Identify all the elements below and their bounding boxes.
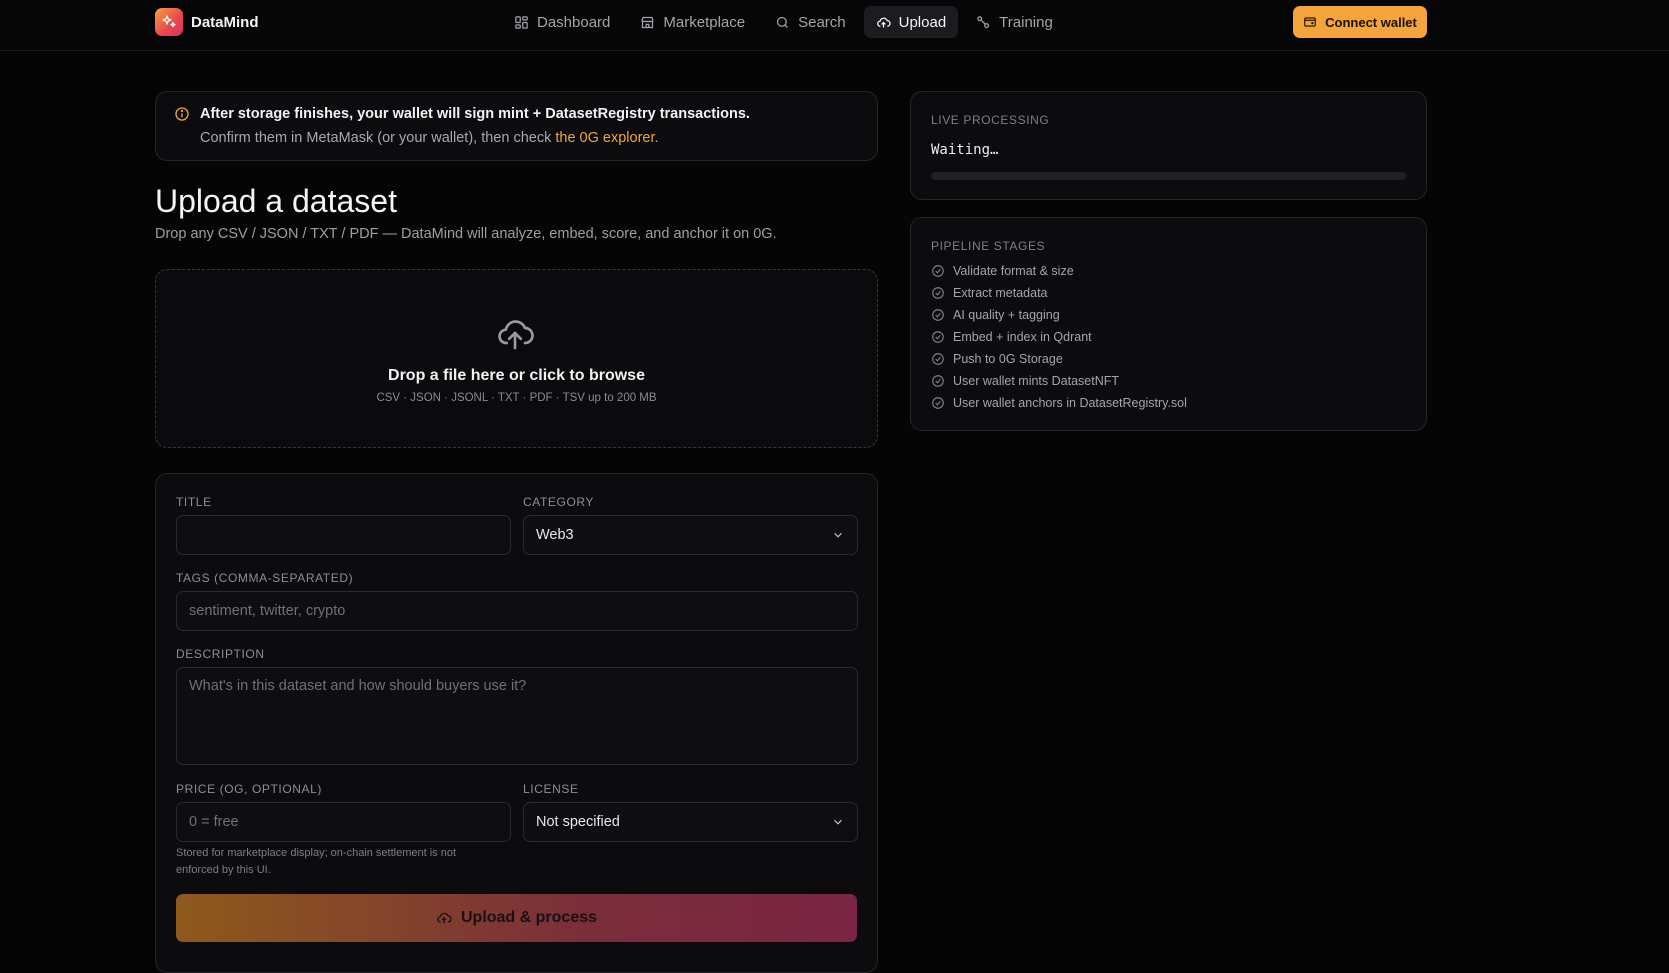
check-circle-icon xyxy=(932,353,944,365)
stage-label: Extract metadata xyxy=(953,286,1048,300)
nav-marketplace-label: Marketplace xyxy=(663,13,746,31)
sparkles-logo-icon xyxy=(155,8,183,36)
main-nav: Dashboard Marketplace Search Upload Trai… xyxy=(502,6,1065,38)
stage-item: Embed + index in Qdrant xyxy=(931,326,1187,348)
pipeline-stages-card: PIPELINE STAGES Validate format & size E… xyxy=(910,217,1427,431)
check-circle-icon xyxy=(932,375,944,387)
connect-wallet-label: Connect wallet xyxy=(1325,14,1417,30)
category-select[interactable]: Web3 xyxy=(523,515,858,555)
price-help-line-2: enforced by this UI. xyxy=(176,864,271,876)
check-circle-icon xyxy=(932,397,944,409)
pipeline-stage-list: Validate format & size Extract metadata … xyxy=(931,260,1187,414)
upload-process-button[interactable]: Upload & process xyxy=(176,894,857,942)
live-processing-label: LIVE PROCESSING xyxy=(931,113,1050,127)
title-input[interactable] xyxy=(176,515,511,555)
price-help: Stored for marketplace display; on-chain… xyxy=(176,845,456,879)
chevron-down-icon xyxy=(834,819,842,825)
wallet-icon xyxy=(1304,17,1316,27)
stage-label: User wallet anchors in DatasetRegistry.s… xyxy=(953,396,1187,410)
dataset-form: TITLE CATEGORY Web3 TAGS (COMMA-SEPARATE… xyxy=(155,473,878,973)
tags-input[interactable]: sentiment, twitter, crypto xyxy=(176,591,858,631)
nav-training-label: Training xyxy=(999,13,1053,31)
cloud-upload-icon xyxy=(876,17,891,27)
license-value: Not specified xyxy=(536,814,620,830)
brand[interactable]: DataMind xyxy=(155,8,259,36)
stage-item: Validate format & size xyxy=(931,260,1187,282)
stage-label: Push to 0G Storage xyxy=(953,352,1063,366)
nav-upload[interactable]: Upload xyxy=(863,6,959,38)
file-dropzone[interactable]: Drop a file here or click to browse CSV … xyxy=(155,269,878,448)
explorer-link[interactable]: the 0G explorer xyxy=(555,130,654,146)
info-icon xyxy=(175,107,189,121)
description-label: DESCRIPTION xyxy=(176,647,265,661)
connect-wallet-button[interactable]: Connect wallet xyxy=(1293,6,1427,38)
chevron-down-icon xyxy=(834,532,842,538)
stage-item: User wallet anchors in DatasetRegistry.s… xyxy=(931,392,1187,414)
price-input[interactable]: 0 = free xyxy=(176,802,511,842)
top-navigation-bar: DataMind Dashboard Marketplace Search Up… xyxy=(0,0,1669,51)
stage-label: User wallet mints DatasetNFT xyxy=(953,374,1120,388)
license-select[interactable]: Not specified xyxy=(523,802,858,842)
nav-marketplace[interactable]: Marketplace xyxy=(628,6,757,38)
pipeline-stages-label: PIPELINE STAGES xyxy=(931,239,1046,253)
nav-training[interactable]: Training xyxy=(964,6,1065,38)
price-help-line-1: Stored for marketplace display; on-chain… xyxy=(176,847,457,859)
stage-item: User wallet mints DatasetNFT xyxy=(931,370,1187,392)
live-processing-card: LIVE PROCESSING Waiting… xyxy=(910,91,1427,200)
live-status: Waiting… xyxy=(931,142,999,158)
stage-item: Push to 0G Storage xyxy=(931,348,1187,370)
search-icon xyxy=(776,16,789,28)
category-label: CATEGORY xyxy=(523,495,595,509)
nav-search-label: Search xyxy=(798,13,846,31)
notice-title: After storage finishes, your wallet will… xyxy=(200,106,750,122)
notice-body: Confirm them in MetaMask (or your wallet… xyxy=(200,130,659,146)
nav-dashboard-label: Dashboard xyxy=(537,13,611,31)
stage-item: AI quality + tagging xyxy=(931,304,1187,326)
notice-body-end: . xyxy=(654,130,659,146)
cloud-upload-icon xyxy=(437,912,452,924)
nav-search[interactable]: Search xyxy=(763,6,858,38)
training-icon xyxy=(977,15,990,28)
page-title: Upload a dataset xyxy=(155,183,397,219)
page-subtitle: Drop any CSV / JSON / TXT / PDF — DataMi… xyxy=(155,226,777,242)
stage-label: AI quality + tagging xyxy=(953,308,1060,322)
dropzone-formats: CSV · JSON · JSONL · TXT · PDF · TSV up … xyxy=(376,392,657,404)
info-notice: After storage finishes, your wallet will… xyxy=(155,91,878,161)
dropzone-title: Drop a file here or click to browse xyxy=(388,367,645,384)
license-label: LICENSE xyxy=(523,782,579,796)
tags-label: TAGS (COMMA-SEPARATED) xyxy=(176,571,354,585)
check-circle-icon xyxy=(932,331,944,343)
upload-process-label: Upload & process xyxy=(460,909,598,926)
notice-body-text: Confirm them in MetaMask (or your wallet… xyxy=(200,130,556,146)
nav-dashboard[interactable]: Dashboard xyxy=(502,6,622,38)
check-circle-icon xyxy=(932,287,944,299)
store-icon xyxy=(641,16,655,28)
processing-progress-bar xyxy=(931,172,1406,180)
description-textarea[interactable]: What's in this dataset and how should bu… xyxy=(176,667,858,765)
check-circle-icon xyxy=(932,309,944,321)
price-label: PRICE (OG, OPTIONAL) xyxy=(176,782,323,796)
check-circle-icon xyxy=(932,265,944,277)
app-name: DataMind xyxy=(191,13,259,31)
stage-item: Extract metadata xyxy=(931,282,1187,304)
stage-label: Embed + index in Qdrant xyxy=(953,330,1092,344)
nav-upload-label: Upload xyxy=(898,13,947,31)
title-label: TITLE xyxy=(176,495,212,509)
dashboard-icon xyxy=(515,15,528,29)
stage-label: Validate format & size xyxy=(953,264,1074,278)
cloud-upload-icon xyxy=(498,320,534,350)
category-value: Web3 xyxy=(536,527,574,543)
